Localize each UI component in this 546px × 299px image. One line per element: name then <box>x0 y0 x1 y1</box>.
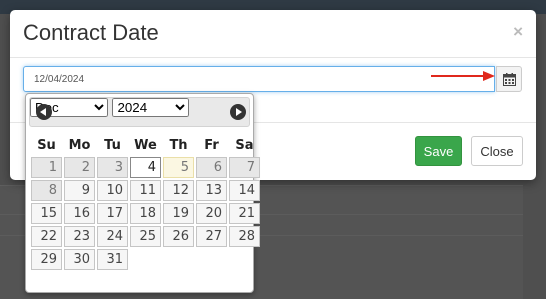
calendar-day-17[interactable]: 17 <box>97 203 128 224</box>
prev-month-icon[interactable] <box>36 104 52 120</box>
datepicker-header: Dec 2024 <box>29 97 250 127</box>
calendar-day-12[interactable]: 12 <box>163 180 194 201</box>
calendar-cell: 25 <box>130 226 161 247</box>
calendar-cell: 19 <box>163 203 194 224</box>
calendar-day-31[interactable]: 31 <box>97 249 128 270</box>
calendar-cell: 22 <box>31 226 62 247</box>
year-select[interactable]: 2024 <box>112 98 190 117</box>
calendar-day-24[interactable]: 24 <box>97 226 128 247</box>
weekday-header: Th <box>169 137 188 153</box>
calendar-cell: 14 <box>229 180 260 201</box>
calendar-day-20[interactable]: 20 <box>196 203 227 224</box>
calendar-cell: 3 <box>97 157 128 178</box>
calendar-cell: 5 <box>163 157 194 178</box>
calendar-day-1[interactable]: 1 <box>31 157 62 178</box>
calendar-cell: 11 <box>130 180 161 201</box>
calendar-cell: 28 <box>229 226 260 247</box>
calendar-cell: 20 <box>196 203 227 224</box>
calendar-day-4[interactable]: 4 <box>130 157 161 178</box>
calendar-week-row: 8 9 10 11 12 13 14 <box>31 180 260 201</box>
modal-header: Contract Date × <box>10 10 536 58</box>
weekday-row: Su Mo Tu We Th Fr Sa <box>31 135 260 155</box>
calendar-cell: 21 <box>229 203 260 224</box>
calendar-day-2[interactable]: 2 <box>64 157 95 178</box>
calendar-day-27[interactable]: 27 <box>196 226 227 247</box>
close-button[interactable]: Close <box>471 136 523 166</box>
contract-date-input[interactable] <box>23 66 495 92</box>
calendar-day-3[interactable]: 3 <box>97 157 128 178</box>
calendar-body: 1 2 3 4 5 6 7 8 9 10 11 12 13 14 15 16 17 18 19 20 21 22 23 24 2… <box>31 157 260 270</box>
calendar-day-23[interactable]: 23 <box>64 226 95 247</box>
calendar-day-15[interactable]: 15 <box>31 203 62 224</box>
calendar-cell: 8 <box>31 180 62 201</box>
weekday-header: Mo <box>68 137 91 153</box>
calendar-day-18[interactable]: 18 <box>130 203 161 224</box>
next-month-icon[interactable] <box>230 104 246 120</box>
calendar-cell: 13 <box>196 180 227 201</box>
calendar-week-row: 15 16 17 18 19 20 21 <box>31 203 260 224</box>
save-button[interactable]: Save <box>415 136 462 166</box>
calendar-cell: 23 <box>64 226 95 247</box>
weekday-header: Fr <box>204 137 219 153</box>
calendar-cell: 7 <box>229 157 260 178</box>
calendar-day-7[interactable]: 7 <box>229 157 260 178</box>
calendar-day-19[interactable]: 19 <box>163 203 194 224</box>
calendar-day-28[interactable]: 28 <box>229 226 260 247</box>
calendar-grid: Su Mo Tu We Th Fr Sa 1 2 3 4 5 6 7 8 9 10 11 12 13 14 15 16 17… <box>29 133 262 272</box>
calendar-cell: 17 <box>97 203 128 224</box>
calendar-day-26[interactable]: 26 <box>163 226 194 247</box>
calendar-day-14[interactable]: 14 <box>229 180 260 201</box>
calendar-cell: 29 <box>31 249 62 270</box>
calendar-week-row: 22 23 24 25 26 27 28 <box>31 226 260 247</box>
calendar-cell: 15 <box>31 203 62 224</box>
calendar-day-29[interactable]: 29 <box>31 249 62 270</box>
calendar-cell: 6 <box>196 157 227 178</box>
calendar-day-5[interactable]: 5 <box>163 157 194 178</box>
close-icon[interactable]: × <box>513 22 523 42</box>
calendar-cell: 4 <box>130 157 161 178</box>
calendar-cell: 9 <box>64 180 95 201</box>
modal-title: Contract Date <box>23 20 159 45</box>
weekday-header: Su <box>37 137 56 153</box>
calendar-cell: 12 <box>163 180 194 201</box>
calendar-cell: 10 <box>97 180 128 201</box>
calendar-cell: 27 <box>196 226 227 247</box>
calendar-icon <box>502 72 516 86</box>
calendar-day-8[interactable]: 8 <box>31 180 62 201</box>
calendar-week-row: 29 30 31 <box>31 249 260 270</box>
weekday-header: Tu <box>104 137 121 153</box>
calendar-day-9[interactable]: 9 <box>64 180 95 201</box>
calendar-button[interactable] <box>496 66 522 92</box>
calendar-day-25[interactable]: 25 <box>130 226 161 247</box>
calendar-cell: 1 <box>31 157 62 178</box>
calendar-cell: 18 <box>130 203 161 224</box>
calendar-cell: 16 <box>64 203 95 224</box>
calendar-day-21[interactable]: 21 <box>229 203 260 224</box>
calendar-cell: 2 <box>64 157 95 178</box>
weekday-header: We <box>134 137 157 153</box>
calendar-day-13[interactable]: 13 <box>196 180 227 201</box>
calendar-cell: 24 <box>97 226 128 247</box>
calendar-cell: 30 <box>64 249 95 270</box>
calendar-day-6[interactable]: 6 <box>196 157 227 178</box>
arrow-annotation <box>431 71 495 81</box>
calendar-day-16[interactable]: 16 <box>64 203 95 224</box>
datepicker-popup: Dec 2024 Su Mo Tu We Th Fr Sa 1 2 3 4 5 6 7 8 9 10 11 12 1… <box>25 93 260 293</box>
calendar-day-10[interactable]: 10 <box>97 180 128 201</box>
calendar-cell: 26 <box>163 226 194 247</box>
calendar-day-11[interactable]: 11 <box>130 180 161 201</box>
calendar-week-row: 1234567 <box>31 157 260 178</box>
calendar-day-22[interactable]: 22 <box>31 226 62 247</box>
weekday-header: Sa <box>235 137 254 153</box>
calendar-day-30[interactable]: 30 <box>64 249 95 270</box>
calendar-cell: 31 <box>97 249 128 270</box>
